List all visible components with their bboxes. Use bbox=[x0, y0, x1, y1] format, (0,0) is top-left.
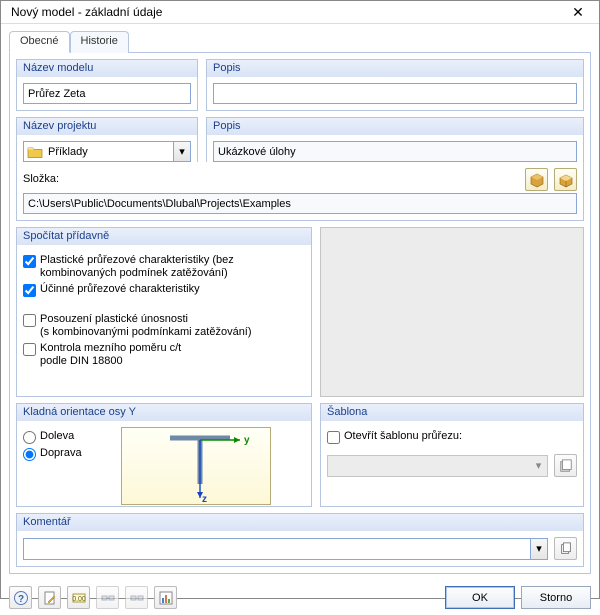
chart-button[interactable] bbox=[154, 586, 177, 609]
content-area: Obecné Historie Název modelu Popis bbox=[1, 24, 599, 580]
units-icon: 0.00 bbox=[71, 590, 87, 606]
svg-text:?: ? bbox=[17, 594, 23, 605]
checkbox-plastic[interactable] bbox=[23, 255, 36, 268]
checkbox-ct-ratio[interactable] bbox=[23, 343, 36, 356]
link2-button[interactable] bbox=[125, 586, 148, 609]
checkbox-ct-ratio-label: Kontrola mezního poměru c/tpodle DIN 188… bbox=[40, 342, 181, 368]
folder-label: Složka: bbox=[23, 173, 519, 185]
comment-input[interactable] bbox=[24, 540, 530, 558]
axis-y-label: y bbox=[244, 435, 250, 446]
edit-icon bbox=[42, 590, 58, 606]
model-desc-input[interactable] bbox=[213, 83, 577, 104]
preview-panel bbox=[320, 227, 584, 397]
ok-button-label: OK bbox=[472, 592, 488, 604]
cancel-button[interactable]: Storno bbox=[521, 586, 591, 609]
project-dropdown-text: Příklady bbox=[46, 146, 173, 158]
comment-combo[interactable]: ▾ bbox=[23, 538, 548, 560]
close-button[interactable]: ✕ bbox=[563, 1, 593, 23]
link1-icon bbox=[100, 590, 116, 606]
project-dropdown[interactable]: Příklady ▾ bbox=[23, 141, 191, 162]
axis-z-label: z bbox=[202, 494, 207, 504]
tab-history-label: Historie bbox=[81, 35, 118, 47]
chevron-down-icon: ▾ bbox=[530, 456, 547, 476]
package-open-icon bbox=[558, 172, 574, 188]
model-name-head: Název modelu bbox=[16, 59, 198, 77]
checkbox-plastic-capacity-label: Posouzení plastické únosnosti(s kombinov… bbox=[40, 313, 252, 339]
folder-path-input bbox=[23, 193, 577, 214]
template-open-icon bbox=[559, 459, 573, 473]
folder-icon bbox=[27, 144, 43, 160]
ok-button[interactable]: OK bbox=[445, 586, 515, 609]
window-title: Nový model - základní údaje bbox=[11, 5, 563, 19]
chevron-down-icon: ▾ bbox=[530, 539, 547, 559]
project-desc-head: Popis bbox=[206, 117, 584, 135]
project-desc-input bbox=[213, 141, 577, 162]
chevron-down-icon: ▾ bbox=[173, 142, 190, 161]
checkbox-effective[interactable] bbox=[23, 284, 36, 297]
package-new-icon bbox=[529, 172, 545, 188]
edit-button[interactable] bbox=[38, 586, 61, 609]
close-icon: ✕ bbox=[572, 4, 584, 21]
comment-copy-button[interactable] bbox=[554, 537, 577, 560]
checkbox-open-template[interactable] bbox=[327, 431, 340, 444]
checkbox-plastic-label: Plastické průřezové charakteristiky (bez… bbox=[40, 254, 234, 280]
radio-right[interactable] bbox=[23, 448, 36, 461]
tab-general[interactable]: Obecné bbox=[9, 31, 70, 53]
project-new-button[interactable] bbox=[525, 168, 548, 191]
cancel-button-label: Storno bbox=[540, 592, 572, 604]
radio-right-label: Doprava bbox=[40, 447, 82, 460]
help-button[interactable]: ? bbox=[9, 586, 32, 609]
project-row: Název projektu Příklady ▾ Popis bbox=[16, 117, 584, 162]
model-name-input[interactable] bbox=[23, 83, 191, 104]
additional-head: Spočítat přídavně bbox=[16, 227, 312, 245]
copy-icon bbox=[559, 542, 573, 556]
tab-general-label: Obecné bbox=[20, 35, 59, 47]
orientation-diagram: y z bbox=[121, 427, 271, 505]
units-button[interactable]: 0.00 bbox=[67, 586, 90, 609]
template-dropdown: ▾ bbox=[327, 455, 548, 477]
radio-left-label: Doleva bbox=[40, 430, 74, 443]
checkbox-open-template-label: Otevřít šablonu průřezu: bbox=[344, 430, 462, 443]
titlebar: Nový model - základní údaje ✕ bbox=[1, 1, 599, 24]
template-head: Šablona bbox=[320, 403, 584, 421]
link2-icon bbox=[129, 590, 145, 606]
project-open-button[interactable] bbox=[554, 168, 577, 191]
checkbox-plastic-capacity[interactable] bbox=[23, 314, 36, 327]
template-open-button[interactable] bbox=[554, 454, 577, 477]
model-desc-head: Popis bbox=[206, 59, 584, 77]
tab-panel-general: Název modelu Popis Název projektu bbox=[9, 52, 591, 574]
radio-left[interactable] bbox=[23, 431, 36, 444]
comment-head: Komentář bbox=[16, 513, 584, 531]
orientation-head: Kladná orientace osy Y bbox=[16, 403, 312, 421]
project-name-head: Název projektu bbox=[16, 117, 198, 135]
tab-strip: Obecné Historie bbox=[9, 30, 591, 52]
chart-icon bbox=[158, 590, 174, 606]
link1-button[interactable] bbox=[96, 586, 119, 609]
checkbox-effective-label: Účinné průřezové charakteristiky bbox=[40, 283, 200, 296]
svg-text:0.00: 0.00 bbox=[72, 596, 86, 603]
dialog-window: Nový model - základní údaje ✕ Obecné His… bbox=[0, 0, 600, 599]
help-icon: ? bbox=[13, 590, 29, 606]
model-name-row: Název modelu Popis bbox=[16, 59, 584, 111]
footer-bar: ? 0.00 OK Storno bbox=[1, 580, 599, 615]
tab-history[interactable]: Historie bbox=[70, 31, 129, 53]
